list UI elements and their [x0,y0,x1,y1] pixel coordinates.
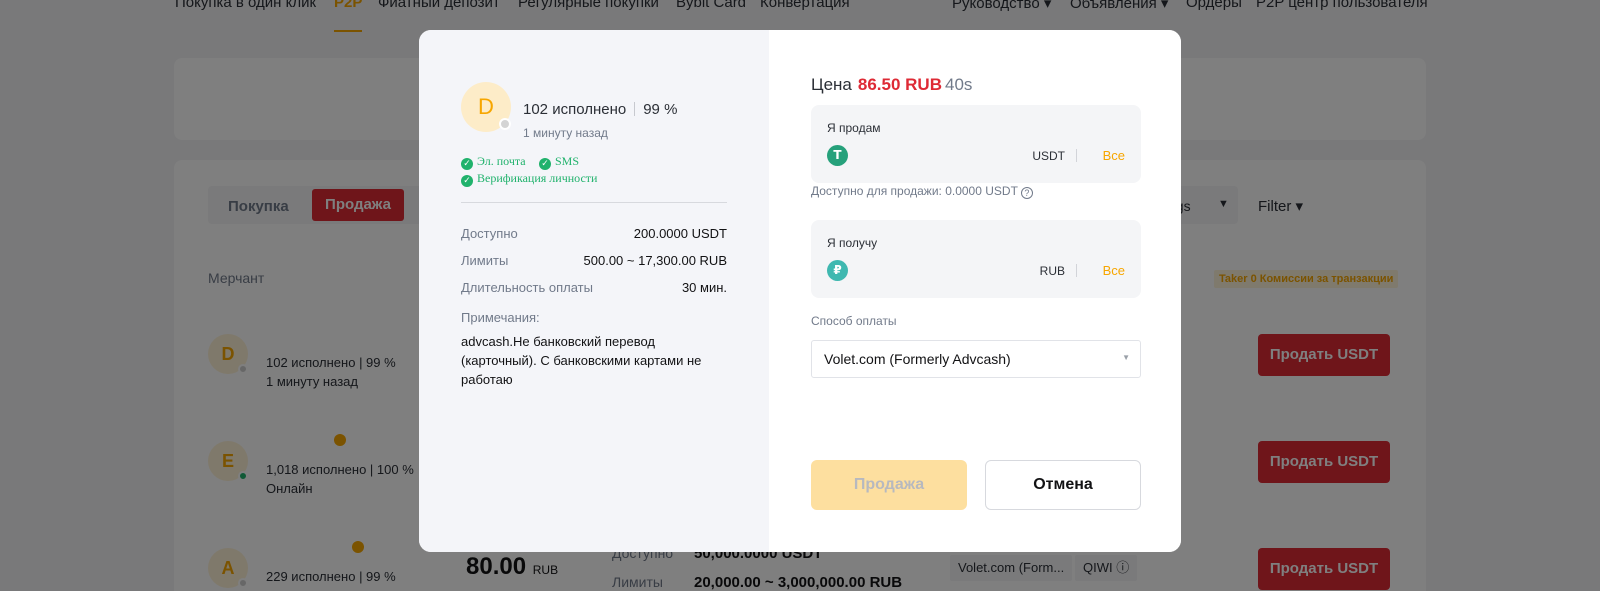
available-for-sale: Доступно для продажи: 0.0000 USDT? [811,184,1033,199]
sell-amount-box: Я продам T USDT Все [811,105,1141,183]
check-circle-icon: ✓ [461,158,473,170]
available-value: 200.0000 USDT [633,226,727,241]
receive-amount-label: Я получу [827,236,878,250]
order-form-panel: Цена 86.50 RUB 40s Я продам T USDT Все Дос… [769,30,1181,552]
sell-order-modal: D 102 исполнено 99 % 1 минуту назад ✓ Эл. … [419,30,1181,552]
section-divider [461,202,727,203]
verification-sms: ✓ SMS [539,154,579,170]
merchant-completion-rate: 99 % [643,101,678,118]
merchant-notes: advcash.Не банковский перевод (карточный… [461,334,702,387]
check-circle-icon: ✓ [461,175,473,187]
cancel-button[interactable]: Отмена [985,460,1141,510]
limits-value: 500.00 ~ 17,300.00 RUB [583,253,727,268]
tether-icon: T [827,145,848,166]
verification-identity: ✓ Верификация личности [461,171,597,187]
notes-label: Примечания: [461,310,540,325]
payment-duration-label: Длительность оплаты [461,280,593,295]
available-label: Доступно [461,226,518,241]
verification-email: ✓ Эл. почта [461,154,526,170]
receive-all-button[interactable]: Все [1103,263,1125,278]
confirm-sell-button[interactable]: Продажа [811,460,967,510]
payment-method-select[interactable]: Volet.com (Formerly Advcash) ▼ [811,340,1141,378]
chevron-down-icon: ▼ [1122,353,1130,362]
ruble-icon: ₽ [827,260,848,281]
price-value: 86.50 RUB [857,75,942,94]
merchant-orders-count: 102 исполнено [523,101,627,118]
ad-details-panel: D 102 исполнено 99 % 1 минуту назад ✓ Эл. … [419,30,769,552]
sell-all-button[interactable]: Все [1103,148,1125,163]
sell-currency: USDT [1032,149,1065,163]
offline-status-dot [499,118,511,130]
currency-divider [1076,149,1077,162]
sell-amount-input[interactable] [857,145,1027,167]
price-row: Цена 86.50 RUB 40s [811,75,972,95]
price-label: Цена [811,75,852,94]
sell-amount-label: Я продам [827,121,881,135]
stats-divider [634,102,636,116]
currency-divider [1076,264,1077,277]
receive-amount-box: Я получу ₽ RUB Все [811,220,1141,298]
help-icon[interactable]: ? [1020,187,1033,199]
payment-method-label: Способ оплаты [811,314,897,328]
payment-method-value: Volet.com (Formerly Advcash) [824,351,1011,367]
price-refresh-timer: 40s [944,75,973,94]
receive-currency: RUB [1039,264,1065,278]
payment-duration-value: 30 мин. [681,280,727,295]
merchant-last-seen: 1 минуту назад [523,126,608,140]
merchant-stats: 102 исполнено 99 % [523,101,677,118]
limits-label: Лимиты [461,253,509,268]
receive-amount-input[interactable] [857,260,1027,282]
check-circle-icon: ✓ [539,158,551,170]
